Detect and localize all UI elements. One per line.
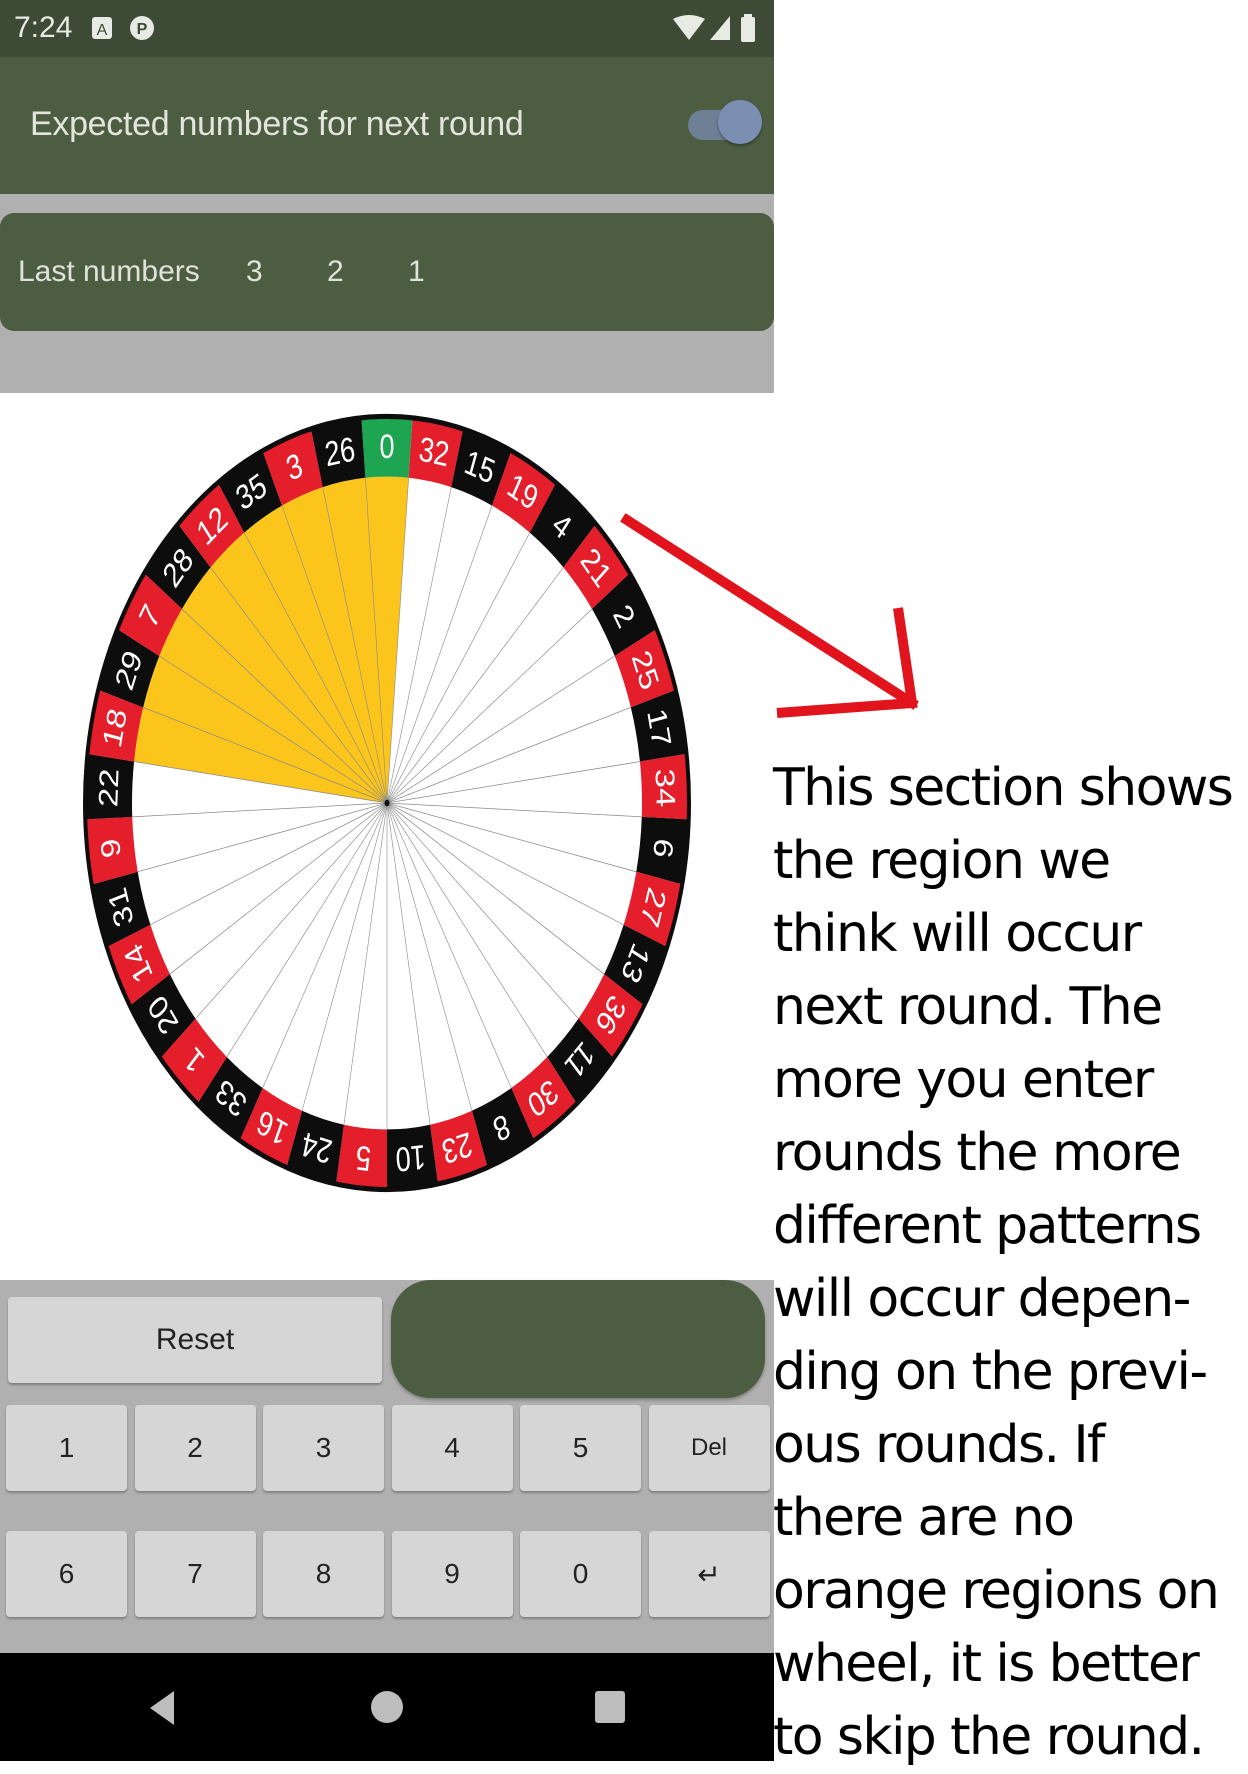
navigation-bar	[0, 1653, 774, 1761]
annotation-line: This section shows	[773, 758, 1234, 818]
home-icon[interactable]	[369, 1689, 405, 1725]
key-0[interactable]: 0	[520, 1531, 641, 1617]
enter-round-button[interactable]	[391, 1280, 765, 1398]
key-9[interactable]: 9	[391, 1531, 513, 1617]
pocket-label: 22	[93, 768, 125, 808]
recents-icon[interactable]	[593, 1689, 627, 1725]
annotation-line: orange regions on	[773, 1561, 1220, 1621]
annotation-line: the region we	[773, 831, 1111, 891]
annotation-line: different patterns	[773, 1196, 1202, 1256]
annotation-arrow	[620, 513, 919, 718]
key-enter[interactable]: ↵	[648, 1531, 770, 1617]
pocket-label: 10	[394, 1137, 427, 1179]
annotation-line: will occur depen-	[773, 1269, 1191, 1329]
annotation-line: ding on the previ-	[773, 1342, 1208, 1402]
key-8[interactable]: 8	[263, 1531, 384, 1617]
annotation-line: wheel, it is better	[773, 1634, 1200, 1694]
key-6[interactable]: 6	[6, 1531, 127, 1617]
annotation-line: think will occur	[773, 904, 1142, 964]
wheel-center	[384, 799, 390, 807]
key-delete[interactable]: Del	[648, 1405, 770, 1491]
key-1[interactable]: 1	[6, 1405, 127, 1491]
key-2[interactable]: 2	[134, 1405, 256, 1491]
annotation-line: rounds the more	[773, 1123, 1182, 1183]
annotation-line: there are no	[773, 1488, 1075, 1548]
pocket-label: 5	[355, 1138, 373, 1178]
reset-button[interactable]: Reset	[8, 1297, 382, 1383]
key-4[interactable]: 4	[391, 1405, 513, 1491]
annotation-line: more you enter	[773, 1050, 1154, 1110]
back-icon[interactable]	[147, 1689, 177, 1727]
annotation-line: ous rounds. If	[773, 1415, 1105, 1475]
key-5[interactable]: 5	[520, 1405, 641, 1491]
annotation-text: This section shows the region we think wil…	[773, 752, 1248, 1774]
pocket-label: 34	[649, 768, 681, 808]
key-7[interactable]: 7	[134, 1531, 256, 1617]
key-3[interactable]: 3	[263, 1405, 384, 1491]
annotation-line: to skip the round.	[773, 1707, 1205, 1767]
annotation-line: next round. The	[773, 977, 1163, 1037]
